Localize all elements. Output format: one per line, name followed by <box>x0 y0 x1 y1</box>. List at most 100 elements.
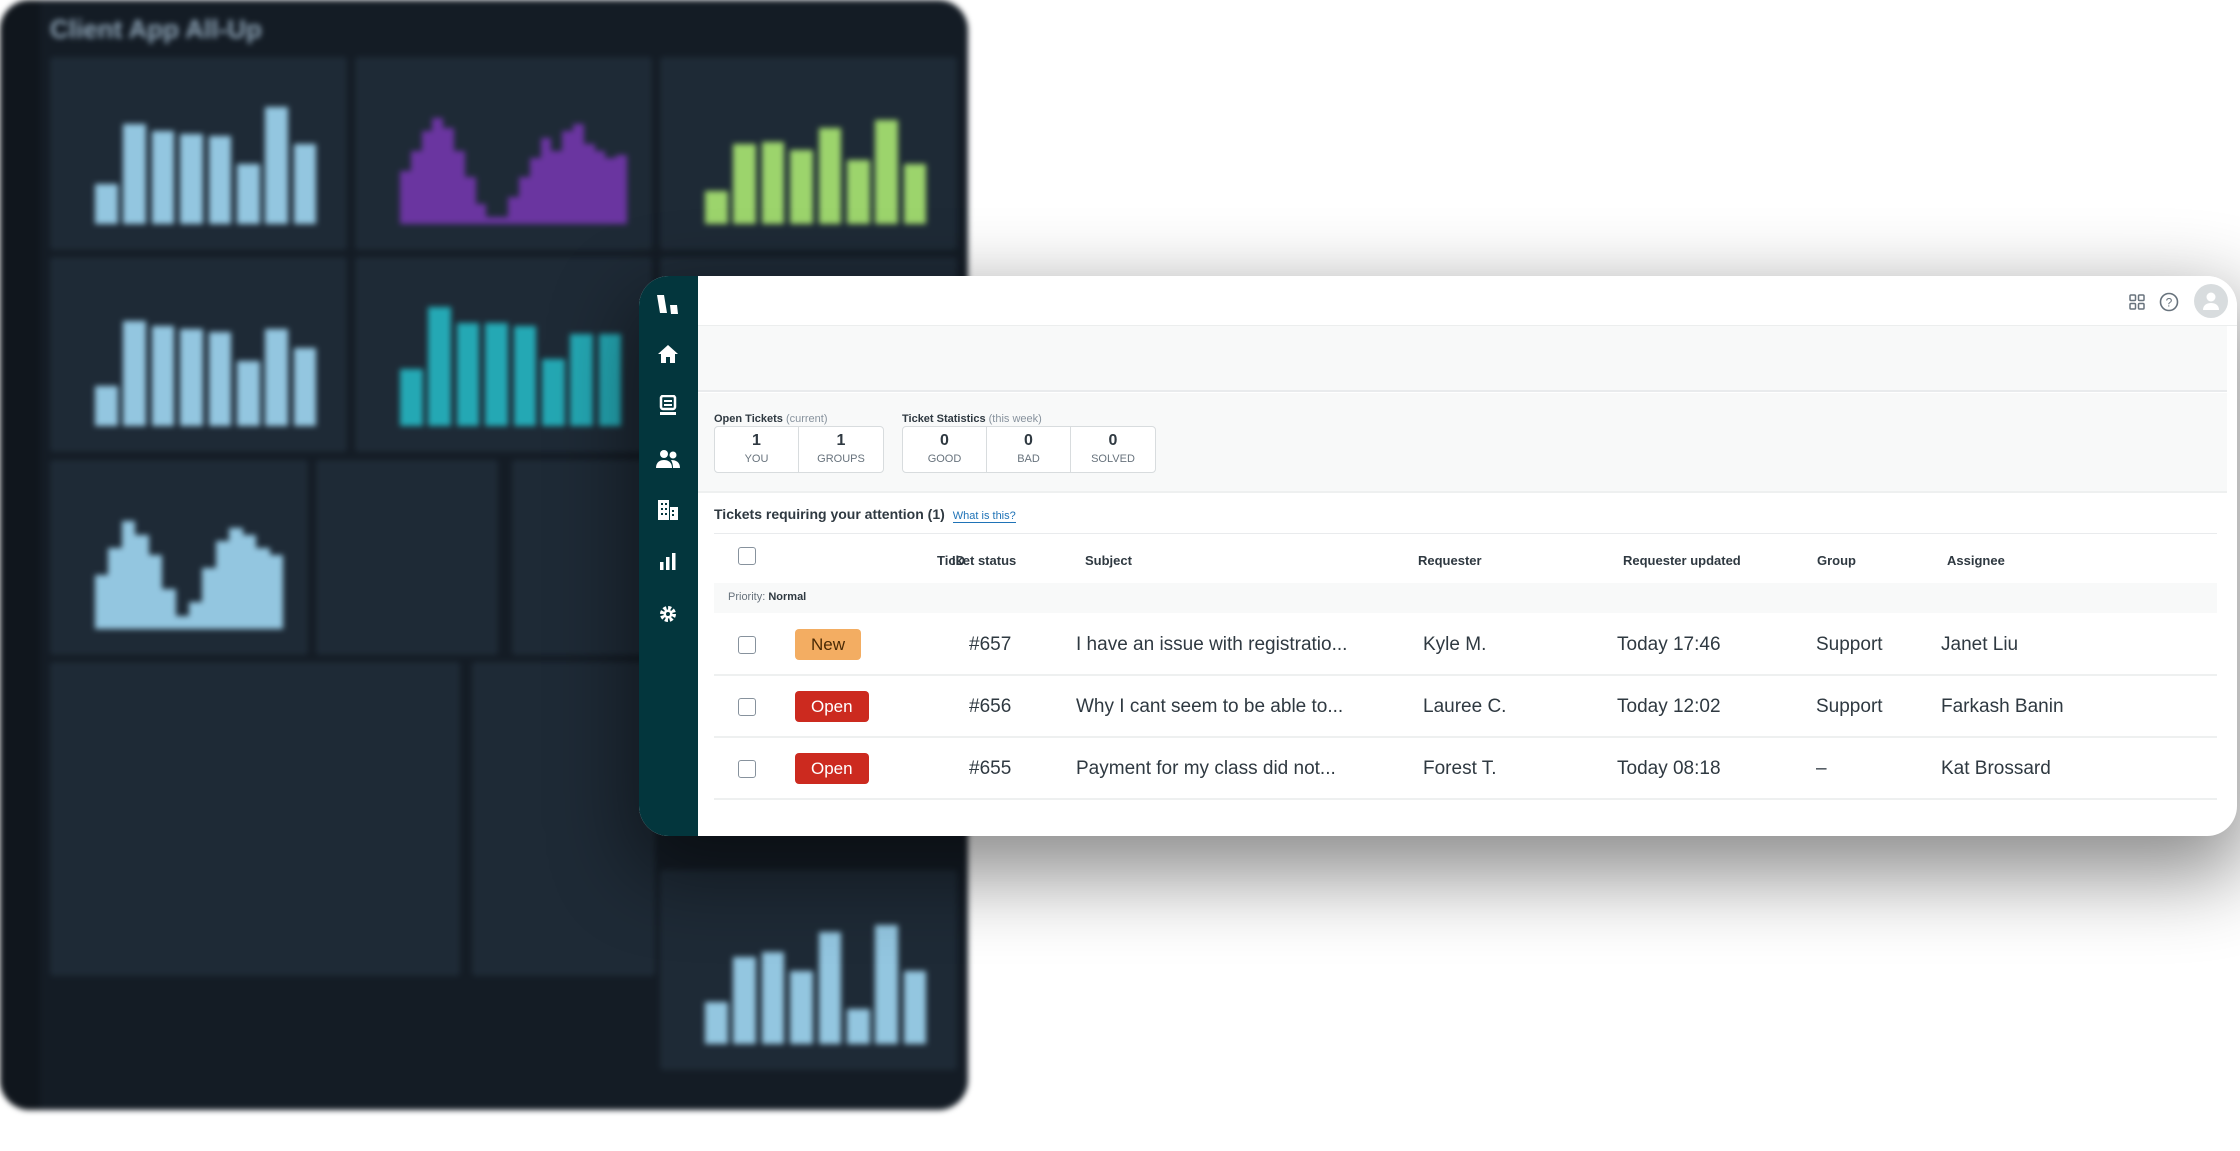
chart-bar <box>151 130 175 224</box>
status-badge: New <box>795 629 862 660</box>
chart-bar <box>598 334 622 426</box>
chart-bar <box>95 184 118 224</box>
logo-icon[interactable] <box>651 288 685 322</box>
table-row[interactable]: New #657 I have an issue with registratio.… <box>714 614 2217 676</box>
table-row[interactable]: Open #656 Why I cant seem to be able to...… <box>714 676 2217 738</box>
cell-group: – <box>1816 758 1827 779</box>
what-is-this-link[interactable]: What is this? <box>952 510 1016 523</box>
cell-id[interactable]: #655 <box>969 758 1011 780</box>
chart-bar <box>202 568 216 629</box>
svg-text:?: ? <box>2166 296 2173 310</box>
cell-subject[interactable]: Payment for my class did not... <box>1076 758 1336 780</box>
col-requester-updated[interactable]: Requester updated <box>1623 553 1741 568</box>
status-badge: Open <box>795 753 869 784</box>
chart-bar <box>605 157 617 224</box>
chart-bar <box>269 554 283 629</box>
chart-bar <box>497 217 509 224</box>
col-requester[interactable]: Requester <box>1418 553 1482 568</box>
admin-gear-icon[interactable] <box>651 597 685 631</box>
cell-id[interactable]: #656 <box>969 696 1011 718</box>
dashboard-sidebar <box>0 0 40 1110</box>
cell-subject[interactable]: Why I cant seem to be able to... <box>1076 696 1343 718</box>
chart-bar <box>432 117 444 224</box>
apps-grid-icon[interactable] <box>2125 290 2149 314</box>
reporting-icon[interactable] <box>651 544 685 578</box>
user-avatar-icon[interactable] <box>2194 284 2228 318</box>
chart-bar <box>529 157 541 224</box>
chart-bar <box>135 534 149 629</box>
chart-bar <box>123 124 147 224</box>
organizations-icon[interactable] <box>651 493 685 527</box>
col-ticket-status[interactable]: Ticket status <box>937 553 1016 568</box>
col-group[interactable]: Group <box>1817 553 1856 568</box>
chart-bar <box>513 326 537 426</box>
chart-bar <box>256 548 270 629</box>
stat-solved[interactable]: 0 SOLVED <box>1071 427 1155 472</box>
select-all-checkbox[interactable] <box>738 547 756 565</box>
chart-bar <box>189 602 203 629</box>
chart-bar <box>456 323 480 426</box>
chart-bar <box>761 951 785 1044</box>
stat-bad[interactable]: 0 BAD <box>987 427 1071 472</box>
col-subject[interactable]: Subject <box>1085 553 1132 568</box>
open-tickets-group: 1 YOU 1 GROUPS <box>714 426 884 473</box>
row-checkbox[interactable] <box>738 636 756 654</box>
chart-bar <box>818 932 842 1044</box>
chart-bar <box>236 164 260 224</box>
row-checkbox[interactable] <box>738 698 756 716</box>
table-row[interactable]: Open #655 Payment for my class did not... F… <box>714 738 2217 800</box>
cell-assignee: Farkash Banin <box>1941 696 2064 717</box>
dashboard-chart-panel <box>50 460 308 655</box>
chart-bar <box>475 204 487 224</box>
chart-bar <box>570 334 593 426</box>
dashboard-panel <box>50 662 460 976</box>
chart-bar <box>428 307 452 426</box>
chart-bar <box>242 534 257 629</box>
customers-icon[interactable] <box>651 442 685 476</box>
cell-assignee: Kat Brossard <box>1941 758 2051 779</box>
chart-bar <box>454 150 465 224</box>
chart-bar <box>583 144 595 224</box>
dashboard-panel <box>316 460 498 655</box>
stat-good[interactable]: 0 GOOD <box>903 427 987 472</box>
chart-bar <box>761 141 785 224</box>
chart-bar <box>236 361 260 426</box>
chart-bar <box>208 136 232 224</box>
dashboard-panel <box>472 662 655 976</box>
chart-bar <box>175 615 189 629</box>
open-tickets-you[interactable]: 1 YOU <box>715 427 799 472</box>
chart-bar <box>180 133 203 224</box>
ticket-statistics-label: Ticket Statistics (this week) <box>902 413 1042 425</box>
chart-bar <box>443 128 455 224</box>
col-assignee[interactable]: Assignee <box>1947 553 2005 568</box>
open-tickets-groups[interactable]: 1 GROUPS <box>799 427 883 472</box>
open-tickets-label: Open Tickets (current) <box>714 413 828 425</box>
dashboard-chart-panel <box>355 57 652 250</box>
toolbar-band <box>698 326 2227 392</box>
chart-bar <box>293 144 317 224</box>
sidebar <box>639 276 698 836</box>
chart-bar <box>464 177 476 224</box>
cell-requester: Lauree C. <box>1423 696 1507 717</box>
chart-bar <box>400 369 423 426</box>
chart-bar <box>818 128 842 224</box>
views-icon[interactable] <box>651 389 685 423</box>
top-header: ? <box>698 276 2237 326</box>
chart-bar <box>410 150 422 224</box>
col-id[interactable]: ID <box>952 553 965 568</box>
home-icon[interactable] <box>651 337 685 371</box>
cell-id[interactable]: #657 <box>969 634 1011 656</box>
chart-bar <box>875 925 898 1044</box>
chart-bar <box>790 971 813 1044</box>
row-checkbox[interactable] <box>738 760 756 778</box>
status-badge: Open <box>795 691 869 722</box>
cell-updated: Today 08:18 <box>1617 758 1721 779</box>
ticket-dashboard-window: ? Open Tickets (current) 1 YOU 1 GROUPS Ti… <box>639 276 2237 836</box>
chart-bar <box>121 521 136 629</box>
cell-requester: Forest T. <box>1423 758 1497 779</box>
chart-bar <box>733 957 757 1044</box>
chart-bar <box>162 588 176 629</box>
help-icon[interactable]: ? <box>2157 290 2181 314</box>
cell-subject[interactable]: I have an issue with registratio... <box>1076 634 1347 656</box>
chart-bar <box>508 197 519 224</box>
